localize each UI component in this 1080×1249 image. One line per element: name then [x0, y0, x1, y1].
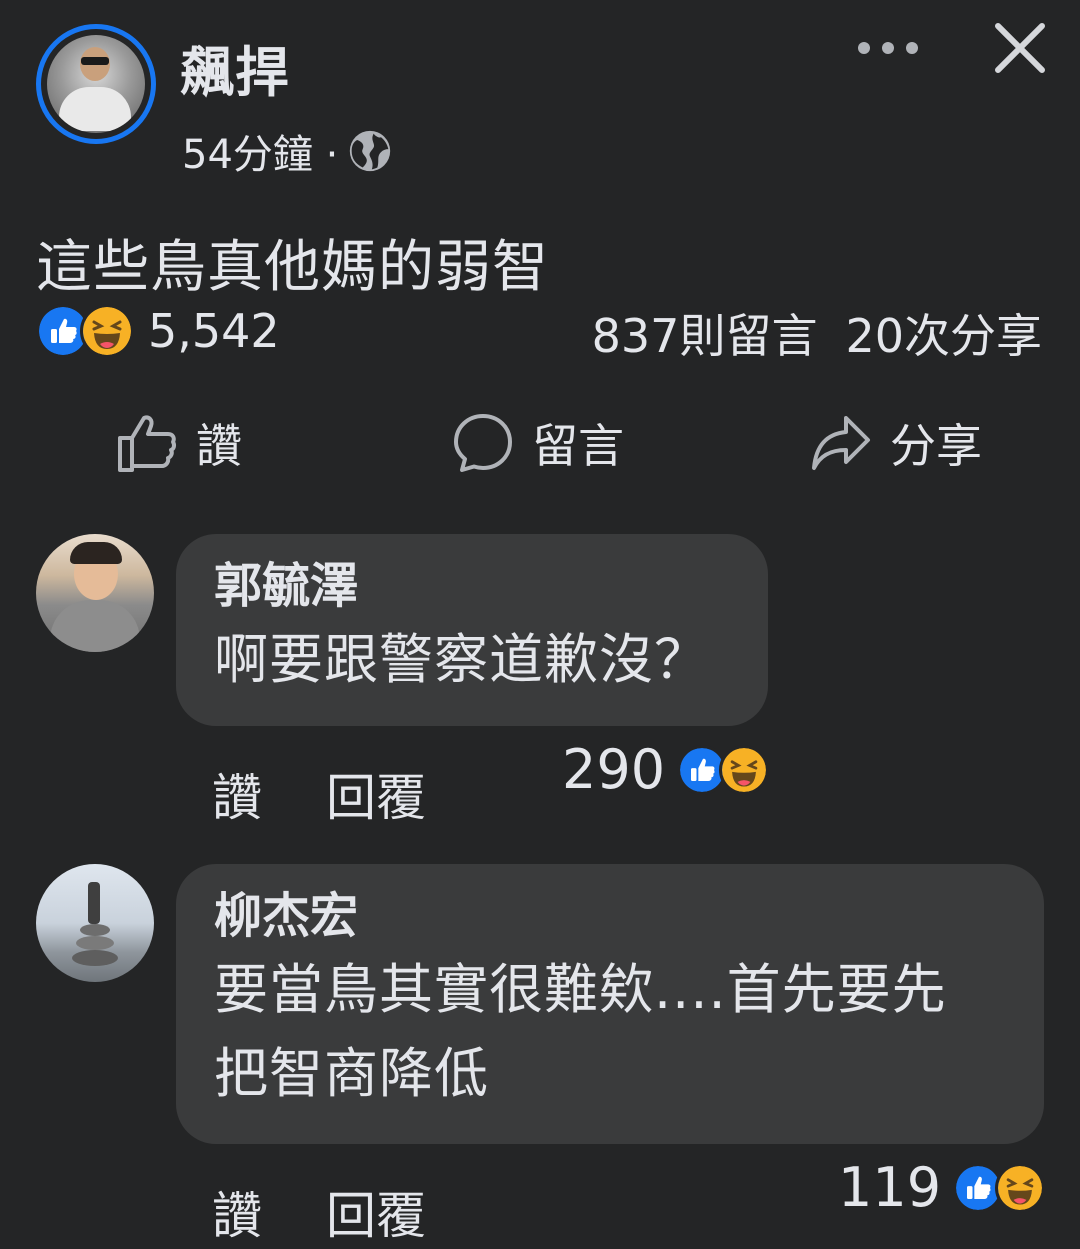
like-icon	[118, 415, 177, 472]
comment-icon	[454, 414, 512, 472]
comment-reactions[interactable]: 119	[838, 1156, 1046, 1219]
close-icon[interactable]	[992, 20, 1048, 76]
commenter-name[interactable]: 郭毓澤	[214, 556, 730, 616]
post-stats: 837則留言 20次分享	[592, 300, 1042, 366]
comment-reaction-count: 290	[562, 738, 666, 801]
comment-reply-button[interactable]: 回覆	[326, 758, 426, 830]
comment-reaction-count: 119	[838, 1156, 942, 1219]
share-icon	[812, 416, 870, 470]
comment-like-button[interactable]: 讚	[212, 1176, 262, 1248]
share-button[interactable]: 分享	[810, 410, 982, 476]
share-label: 分享	[890, 419, 982, 473]
comment-label: 留言	[532, 419, 624, 473]
commenter-avatar[interactable]	[36, 534, 154, 652]
comment-like-button[interactable]: 讚	[212, 758, 262, 830]
comment-reply-button[interactable]: 回覆	[326, 1176, 426, 1248]
reaction-count: 5,542	[148, 304, 280, 358]
reaction-summary[interactable]: 5,542	[36, 304, 280, 358]
comment-text: 啊要跟警察道歉沒？	[214, 628, 709, 691]
comment-button[interactable]: 留言	[452, 410, 624, 476]
shares-count[interactable]: 20次分享	[845, 300, 1042, 366]
post-text: 這些鳥真他媽的弱智	[36, 235, 549, 300]
comment-text-line-2: 把智商降低	[214, 1042, 489, 1105]
haha-reaction-icon	[80, 304, 134, 358]
comment-actions: 讚 回覆	[212, 1176, 426, 1248]
comment-reactions[interactable]: 290	[562, 738, 770, 801]
commenter-name[interactable]: 柳杰宏	[214, 886, 1006, 946]
comments-count[interactable]: 837則留言	[592, 300, 818, 366]
post-time: 54分鐘 ·	[182, 132, 339, 178]
haha-reaction-icon	[995, 1162, 1046, 1213]
comment-actions: 讚 回覆	[212, 758, 426, 830]
comment-text-line-1: 要當鳥其實很難欸....首先要先	[214, 958, 947, 1021]
post-meta: 54分鐘 ·	[182, 122, 392, 180]
like-button[interactable]: 讚	[116, 410, 242, 476]
haha-reaction-icon	[719, 744, 770, 795]
commenter-avatar[interactable]	[36, 864, 154, 982]
globe-icon	[350, 130, 391, 172]
more-icon[interactable]	[858, 28, 918, 68]
comment-bubble[interactable]: 郭毓澤 啊要跟警察道歉沒？	[176, 534, 768, 726]
author-avatar[interactable]	[36, 24, 156, 144]
author-name[interactable]: 飆捍	[180, 28, 290, 107]
comment-bubble[interactable]: 柳杰宏 要當鳥其實很難欸....首先要先 把智商降低	[176, 864, 1044, 1144]
like-label: 讚	[196, 419, 242, 473]
